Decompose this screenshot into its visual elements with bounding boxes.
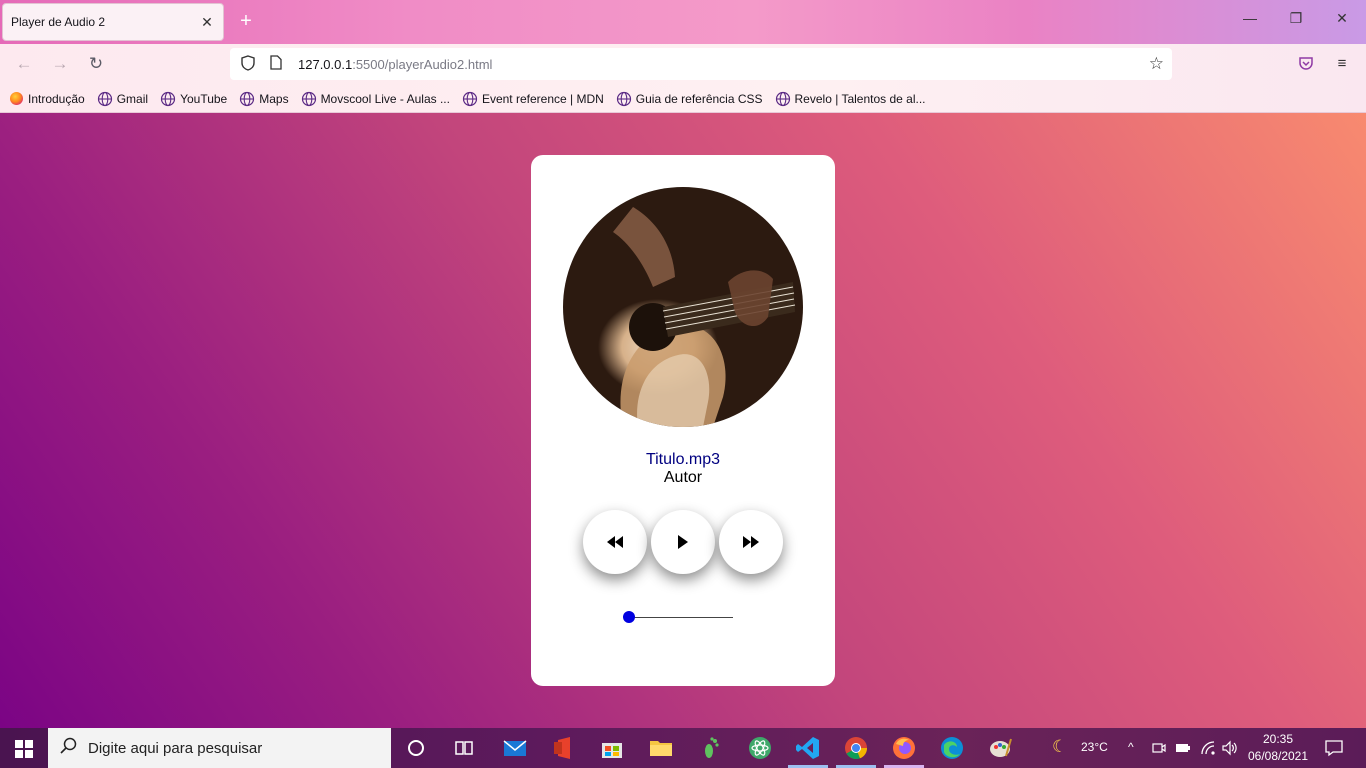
edge-icon[interactable] xyxy=(940,736,964,760)
bookmark-label: Movscool Live - Aulas ... xyxy=(320,91,450,106)
progress-track[interactable] xyxy=(629,617,733,618)
back-icon[interactable]: ← xyxy=(12,54,36,76)
windows-taskbar: Digite aqui para pesquisar ☾ 23°C ^ 20:3… xyxy=(0,728,1366,768)
bookmark-label: Gmail xyxy=(116,91,149,106)
bookmark-star-icon[interactable]: ☆ xyxy=(1149,54,1164,74)
wifi-icon[interactable] xyxy=(1200,740,1216,756)
globe-icon xyxy=(775,91,790,106)
fast-forward-icon xyxy=(743,536,759,548)
restore-icon[interactable]: ❐ xyxy=(1286,10,1306,27)
fast-forward-button[interactable] xyxy=(719,510,783,574)
volume-icon[interactable] xyxy=(1222,740,1238,756)
play-icon xyxy=(678,535,688,549)
bookmarks-bar: Introdução Gmail YouTube Maps Movscool L… xyxy=(0,85,1366,113)
album-cover xyxy=(563,187,803,427)
bookmark-label: Event reference | MDN xyxy=(481,91,604,106)
forward-icon[interactable]: → xyxy=(48,54,72,76)
rewind-icon xyxy=(607,536,623,548)
firefox-icon xyxy=(10,92,23,105)
pocket-icon[interactable] xyxy=(1296,55,1316,75)
vscode-icon[interactable] xyxy=(796,736,820,760)
url-text[interactable]: 127.0.0.1:5500/playerAudio2.html xyxy=(298,57,492,72)
system-clock[interactable]: 20:35 06/08/2021 xyxy=(1246,731,1310,765)
progress-thumb[interactable] xyxy=(623,611,635,623)
show-hidden-icons-icon[interactable]: ^ xyxy=(1128,740,1134,754)
shield-icon[interactable] xyxy=(238,54,258,74)
close-tab-icon[interactable]: ✕ xyxy=(199,14,215,31)
minimize-icon[interactable]: — xyxy=(1240,10,1260,26)
browser-tab[interactable]: Player de Audio 2 ✕ xyxy=(2,3,224,41)
taskbar-search-box[interactable]: Digite aqui para pesquisar xyxy=(48,728,391,768)
bookmark-youtube[interactable]: YouTube xyxy=(160,91,227,107)
bookmark-introducao[interactable]: Introdução xyxy=(10,92,85,106)
bookmark-revelo[interactable]: Revelo | Talentos de al... xyxy=(775,91,926,107)
office-icon[interactable] xyxy=(552,736,576,760)
reload-icon[interactable]: ↻ xyxy=(84,54,108,76)
bookmark-mdn[interactable]: Event reference | MDN xyxy=(462,91,604,107)
bookmark-gmail[interactable]: Gmail xyxy=(97,91,148,107)
weather-moon-icon[interactable]: ☾ xyxy=(1052,737,1067,757)
store-icon[interactable] xyxy=(600,736,624,760)
search-icon xyxy=(60,737,80,759)
paint-icon[interactable] xyxy=(988,736,1012,760)
bookmark-label: Guia de referência CSS xyxy=(635,91,763,106)
clock-time: 20:35 xyxy=(1262,732,1294,746)
globe-icon xyxy=(97,91,112,106)
bookmark-movscool[interactable]: Movscool Live - Aulas ... xyxy=(301,91,450,107)
clock-date: 06/08/2021 xyxy=(1247,749,1309,763)
page-icon[interactable] xyxy=(266,55,286,73)
guitar-image xyxy=(613,207,796,427)
audio-player-card: Titulo.mp3 Autor xyxy=(531,155,835,686)
navigation-bar: ← → ↻ 127.0.0.1:5500/playerAudio2.html ☆… xyxy=(0,44,1366,85)
address-bar[interactable]: 127.0.0.1:5500/playerAudio2.html ☆ xyxy=(230,48,1172,80)
new-tab-icon[interactable]: + xyxy=(236,10,256,33)
atom-editor-icon[interactable] xyxy=(748,736,772,760)
meet-now-icon[interactable] xyxy=(1152,741,1166,755)
bookmark-label: Introdução xyxy=(28,91,85,106)
weather-temperature[interactable]: 23°C xyxy=(1081,740,1108,754)
mail-icon[interactable] xyxy=(503,736,527,760)
song-author: Autor xyxy=(663,469,703,486)
close-window-icon[interactable]: ✕ xyxy=(1332,10,1352,27)
globe-icon xyxy=(462,91,478,106)
cortana-icon[interactable] xyxy=(404,736,428,760)
search-placeholder: Digite aqui para pesquisar xyxy=(88,739,263,757)
bookmark-css[interactable]: Guia de referência CSS xyxy=(616,91,763,107)
globe-icon xyxy=(616,91,631,106)
play-button[interactable] xyxy=(651,510,715,574)
windows-start-icon[interactable] xyxy=(15,740,33,758)
rewind-button[interactable] xyxy=(583,510,647,574)
menu-icon[interactable]: ≡ xyxy=(1332,55,1352,72)
globe-icon xyxy=(301,91,316,106)
bookmark-label: YouTube xyxy=(180,91,228,106)
footprint-app-icon[interactable] xyxy=(699,736,723,760)
bookmark-label: Maps xyxy=(259,91,289,106)
browser-titlebar: Player de Audio 2 ✕ + — ❐ ✕ xyxy=(0,0,1366,44)
firefox-taskbar-icon[interactable] xyxy=(892,736,916,760)
task-view-icon[interactable] xyxy=(452,736,476,760)
globe-icon xyxy=(240,91,255,106)
bookmark-maps[interactable]: Maps xyxy=(239,91,289,107)
page-background: Titulo.mp3 Autor xyxy=(0,113,1366,728)
bookmark-label: Revelo | Talentos de al... xyxy=(794,91,926,106)
globe-icon xyxy=(160,91,176,106)
file-explorer-icon[interactable] xyxy=(649,736,673,760)
tab-title: Player de Audio 2 xyxy=(11,15,106,29)
song-title: Titulo.mp3 xyxy=(645,451,721,468)
battery-icon[interactable] xyxy=(1175,741,1191,755)
notification-center-icon[interactable] xyxy=(1325,739,1343,757)
chrome-icon[interactable] xyxy=(844,736,868,760)
